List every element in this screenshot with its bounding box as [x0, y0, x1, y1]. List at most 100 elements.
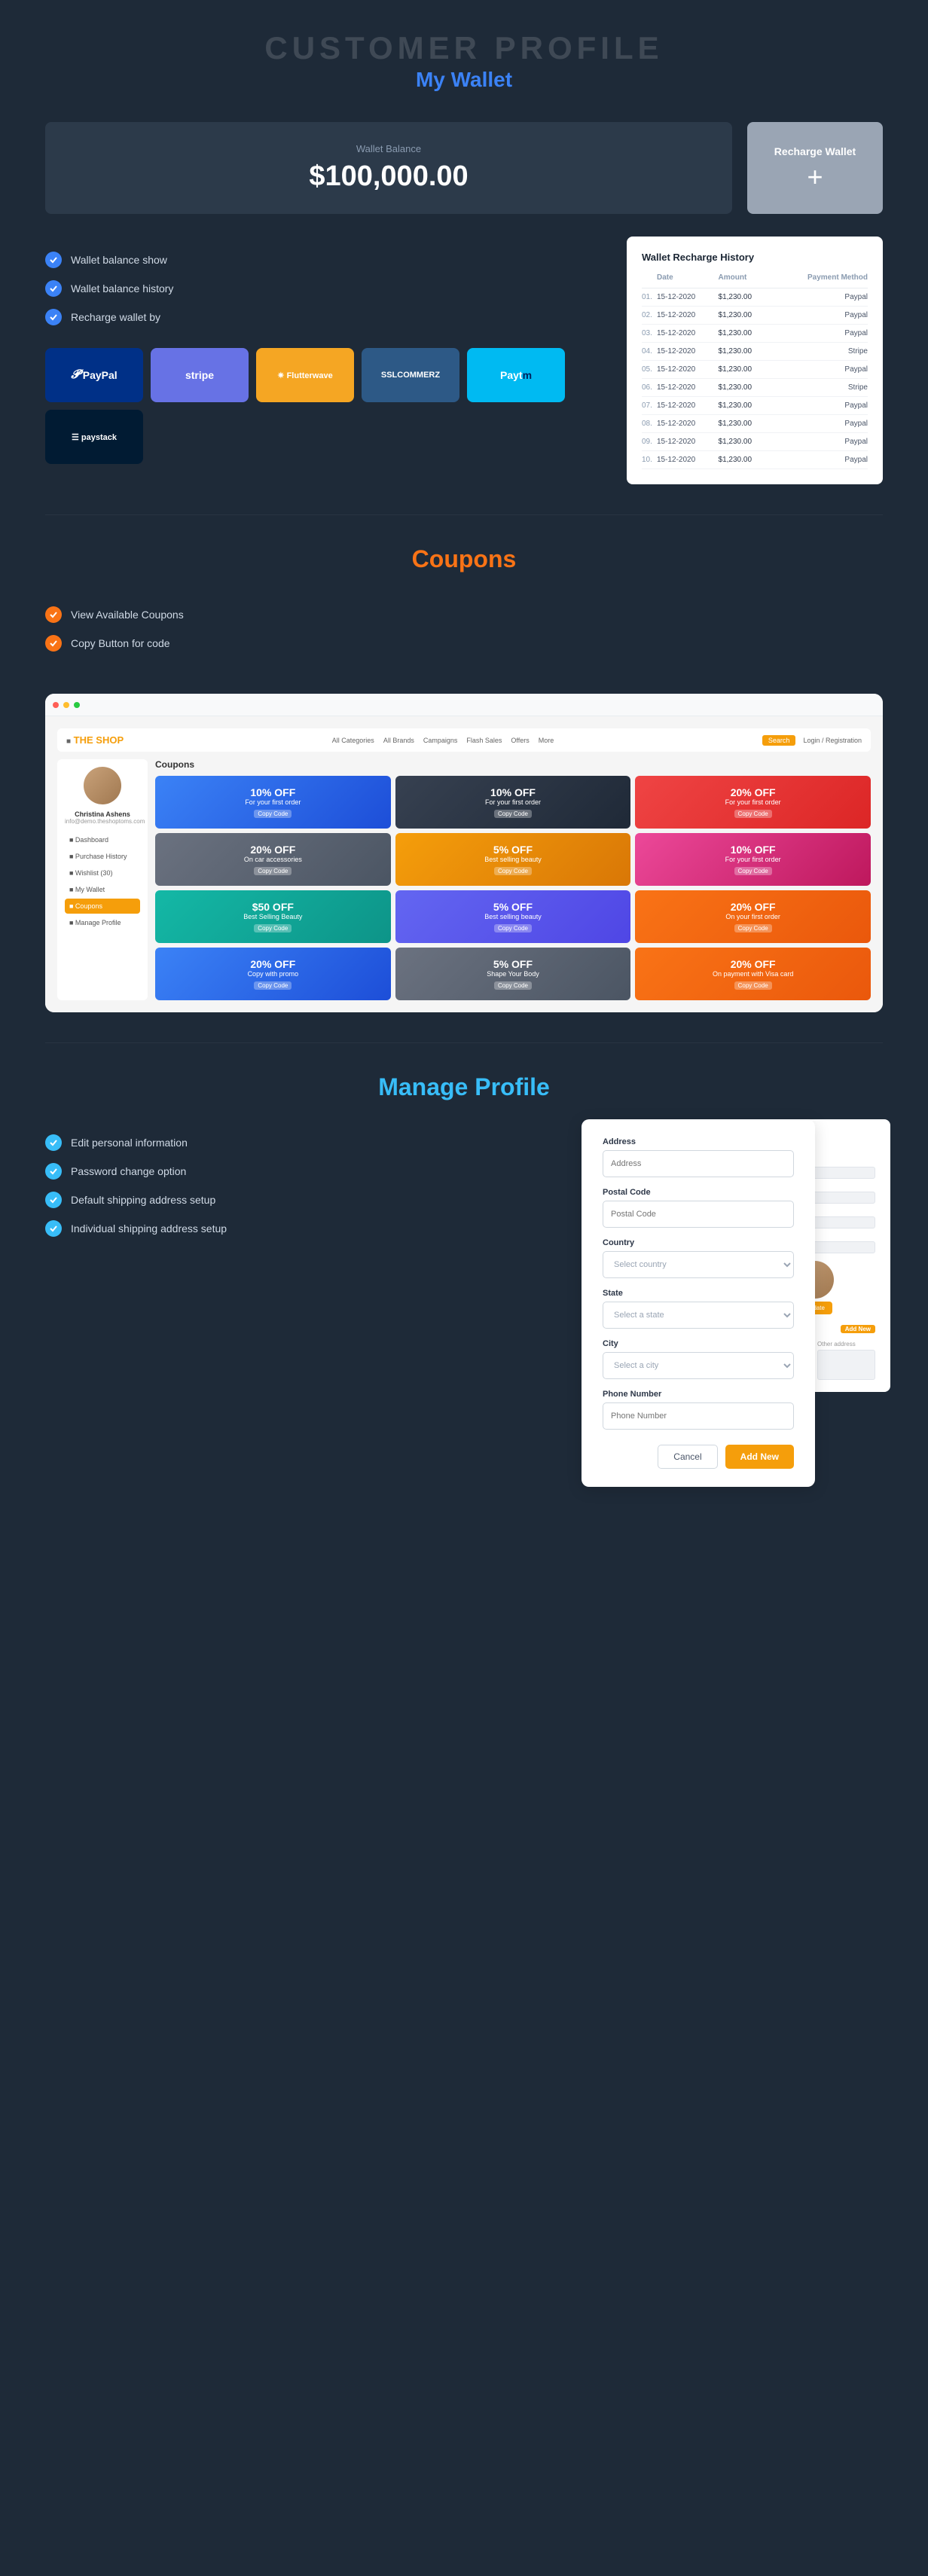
coupon-label: 20% OFF On your first order Copy Code — [725, 901, 780, 932]
phone-label: Phone Number — [603, 1390, 794, 1399]
row-date: 15-12-2020 — [657, 343, 719, 361]
manage-preview-area: Address Postal Code Country Select count… — [582, 1119, 883, 1487]
col-date: Date — [657, 273, 719, 288]
row-date: 15-12-2020 — [657, 325, 719, 343]
row-num: 02. — [642, 307, 657, 325]
sidebar-item-dashboard[interactable]: ■ Dashboard — [65, 832, 140, 847]
feature-item-3: Recharge wallet by — [45, 309, 604, 325]
table-row: 01. 15-12-2020 $1,230.00 Paypal — [642, 288, 868, 307]
row-amount: $1,230.00 — [719, 343, 772, 361]
wallet-content-row: Wallet balance show Wallet balance histo… — [45, 237, 883, 484]
shop-logo: ■ THE SHOP — [66, 734, 124, 746]
phone-input[interactable] — [603, 1402, 794, 1430]
state-field: State Select a state — [603, 1289, 794, 1329]
coupon-card: 20% OFF On car accessories Copy Code — [155, 833, 391, 886]
coupon-card: 5% OFF Best selling beauty Copy Code — [395, 833, 631, 886]
manage-feature-text-2: Password change option — [71, 1165, 186, 1177]
manage-check-4 — [45, 1220, 62, 1237]
row-date: 15-12-2020 — [657, 415, 719, 433]
paystack-logo: ☰ paystack — [45, 410, 143, 464]
row-method: Paypal — [771, 433, 868, 451]
row-method: Stripe — [771, 343, 868, 361]
wallet-features: Wallet balance show Wallet balance histo… — [45, 237, 604, 479]
feature-text-1: Wallet balance show — [71, 254, 167, 266]
row-num: 06. — [642, 379, 657, 397]
add-new-address-button[interactable]: Add New — [841, 1325, 875, 1333]
feature-text-3: Recharge wallet by — [71, 311, 160, 323]
table-row: 09. 15-12-2020 $1,230.00 Paypal — [642, 433, 868, 451]
coupon-grid-area: Coupons 10% OFF For your first order Cop… — [155, 759, 871, 1000]
row-method: Paypal — [771, 451, 868, 469]
sidebar-item-purchase[interactable]: ■ Purchase History — [65, 849, 140, 864]
add-new-button[interactable]: Add New — [725, 1445, 794, 1469]
coupon-card: 10% OFF For your first order Copy Code — [155, 776, 391, 829]
manage-profile-section: Manage Profile Edit personal information… — [0, 1043, 928, 1517]
manage-feature-2: Password change option — [45, 1163, 559, 1180]
row-date: 15-12-2020 — [657, 451, 719, 469]
sidebar-item-wishlist[interactable]: ■ Wishlist (30) — [65, 865, 140, 881]
state-select[interactable]: Select a state — [603, 1302, 794, 1329]
dot-red — [53, 702, 59, 708]
address-input[interactable] — [603, 1150, 794, 1177]
main-title: CUSTOMER PROFILE — [0, 30, 928, 66]
table-row: 07. 15-12-2020 $1,230.00 Paypal — [642, 397, 868, 415]
row-method: Stripe — [771, 379, 868, 397]
table-row: 05. 15-12-2020 $1,230.00 Paypal — [642, 361, 868, 379]
recharge-wallet-button[interactable]: Recharge Wallet + — [747, 122, 883, 214]
row-amount: $1,230.00 — [719, 451, 772, 469]
manage-features: Edit personal information Password chang… — [45, 1119, 559, 1264]
shop-nav: All Categories All Brands Campaigns Flas… — [332, 737, 554, 744]
manage-feature-text-4: Individual shipping address setup — [71, 1222, 227, 1235]
coupon-card: 20% OFF On payment with Visa card Copy C… — [635, 948, 871, 1000]
search-button[interactable]: Search — [762, 735, 796, 746]
row-num: 08. — [642, 415, 657, 433]
row-method: Paypal — [771, 361, 868, 379]
wallet-history-card: Wallet Recharge History Date Amount Paym… — [627, 237, 883, 484]
table-row: 02. 15-12-2020 $1,230.00 Paypal — [642, 307, 868, 325]
manage-feature-text-3: Default shipping address setup — [71, 1194, 215, 1206]
sidebar-item-coupons[interactable]: ■ Coupons — [65, 899, 140, 914]
coupon-card: 20% OFF Copy with promo Copy Code — [155, 948, 391, 1000]
row-amount: $1,230.00 — [719, 433, 772, 451]
postal-field: Postal Code — [603, 1188, 794, 1228]
coupons-title: Coupons — [45, 545, 883, 573]
coupon-feature-text-2: Copy Button for code — [71, 637, 170, 649]
coupon-label: 20% OFF For your first order Copy Code — [725, 786, 781, 818]
postal-label: Postal Code — [603, 1188, 794, 1197]
coupon-check-1 — [45, 606, 62, 623]
history-table: Date Amount Payment Method 01. 15-12-202… — [642, 273, 868, 469]
coupon-card: 20% OFF For your first order Copy Code — [635, 776, 871, 829]
manage-content-row: Edit personal information Password chang… — [45, 1119, 883, 1487]
coupon-label: 5% OFF Best selling beauty Copy Code — [484, 901, 542, 932]
row-amount: $1,230.00 — [719, 397, 772, 415]
row-date: 15-12-2020 — [657, 288, 719, 307]
city-select[interactable]: Select a city — [603, 1352, 794, 1379]
coupon-label: 10% OFF For your first order Copy Code — [485, 786, 541, 818]
user-email: info@demo.theshoptoms.com — [65, 818, 140, 825]
form-actions: Cancel Add New — [603, 1445, 794, 1469]
dot-green — [74, 702, 80, 708]
paypal-logo: 𝓟 PayPal — [45, 348, 143, 402]
login-link[interactable]: Login / Registration — [803, 737, 862, 744]
phone-field: Phone Number — [603, 1390, 794, 1430]
wallet-balance-label: Wallet Balance — [75, 143, 702, 154]
history-title: Wallet Recharge History — [642, 252, 868, 263]
flutterwave-logo: ✷ Flutterwave — [256, 348, 354, 402]
sidebar-item-wallet[interactable]: ■ My Wallet — [65, 882, 140, 897]
coupon-label: 20% OFF On car accessories Copy Code — [244, 844, 302, 875]
coupon-card: 5% OFF Shape Your Body Copy Code — [395, 948, 631, 1000]
sidebar-item-profile[interactable]: ■ Manage Profile — [65, 915, 140, 930]
preview-content: ■ THE SHOP All Categories All Brands Cam… — [45, 716, 883, 1012]
state-label: State — [603, 1289, 794, 1298]
table-row: 04. 15-12-2020 $1,230.00 Stripe — [642, 343, 868, 361]
cancel-button[interactable]: Cancel — [658, 1445, 717, 1469]
country-field: Country Select country — [603, 1238, 794, 1278]
wallet-balance-amount: $100,000.00 — [75, 160, 702, 193]
row-method: Paypal — [771, 415, 868, 433]
sub-title: My Wallet — [0, 68, 928, 92]
address-field: Address — [603, 1137, 794, 1177]
row-num: 05. — [642, 361, 657, 379]
postal-input[interactable] — [603, 1201, 794, 1228]
col-num — [642, 273, 657, 288]
country-select[interactable]: Select country — [603, 1251, 794, 1278]
